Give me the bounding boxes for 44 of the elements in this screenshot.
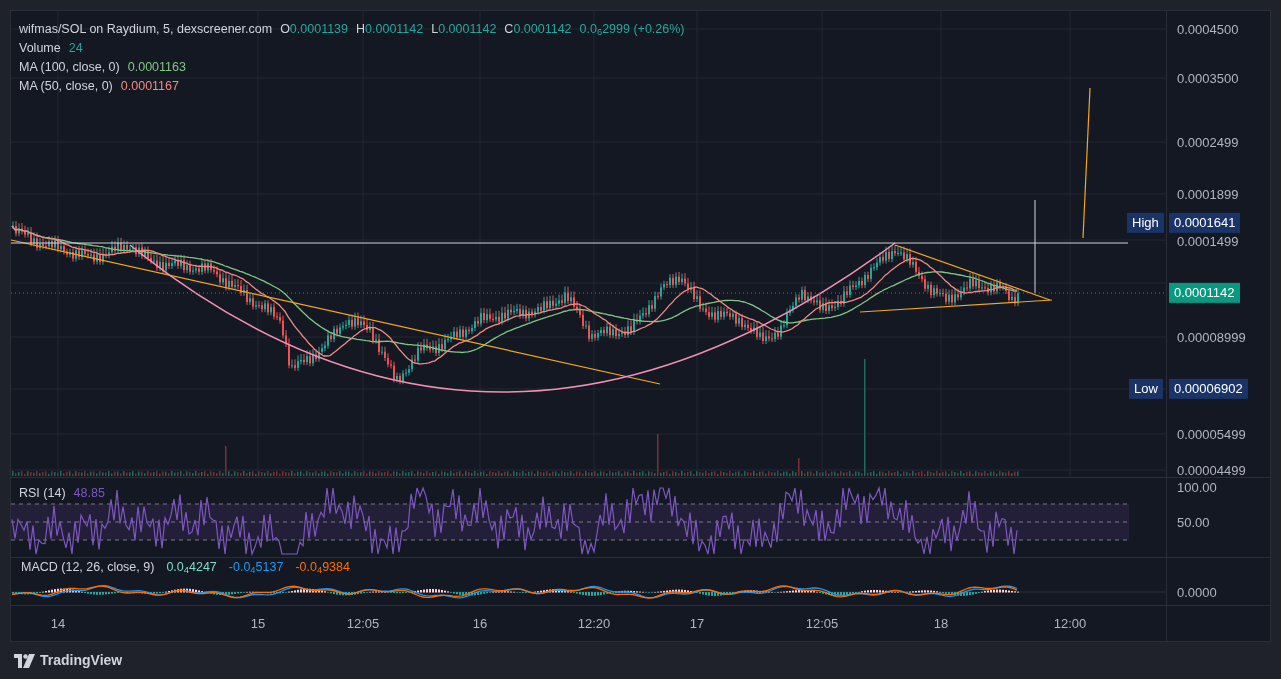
low-label: Low: [1129, 378, 1163, 400]
high-value: 0.0001641: [1169, 212, 1241, 234]
indicator-label: RSI (14): [19, 485, 66, 502]
axis-label: 0.00005499: [1177, 427, 1246, 441]
price-change: 0.0$_{6}$2999 (+0.26%): [579, 21, 685, 39]
axis-label: 100.00: [1177, 480, 1217, 494]
axis-label: 0.0001899: [1177, 187, 1239, 201]
indicator-label: MACD (12, 26, close, 9): [19, 559, 157, 575]
axis-label: 50.00: [1177, 515, 1210, 529]
low-value: 0.00006902: [1169, 378, 1248, 400]
indicator-value: 0.0$_{4}$4247: [164, 559, 219, 575]
axis-label: 12:05: [346, 615, 380, 633]
axis-label: 0.0004500: [1177, 22, 1239, 36]
axis-label: 17: [689, 615, 705, 633]
indicator-value: -0.0$_{4}$5137: [226, 559, 286, 575]
indicator-value: 48.85: [73, 485, 105, 502]
axis-label: 0.00004499: [1177, 463, 1246, 477]
indicator-label: MA (100, close, 0): [19, 59, 120, 76]
last-price-value: 0.0001142: [1169, 282, 1240, 304]
ohlc-value: L0.0001142: [431, 21, 497, 38]
brand-name: TradingView: [40, 651, 123, 670]
axis-label: 14: [50, 615, 66, 633]
axis-label: 0.0002499: [1177, 135, 1239, 149]
chart-title: wifmas/SOL on Raydium, 5, dexscreener.com: [19, 21, 273, 38]
axis-label: 12:20: [577, 615, 611, 633]
axis-label: 0.0001499: [1177, 234, 1239, 248]
volume-value: 24: [68, 40, 83, 57]
indicator-value: 0.0001163: [127, 59, 186, 76]
axis-label: 16: [472, 615, 488, 633]
ohlc-value: O0.0001139: [280, 21, 349, 38]
ohlc-value: H0.0001142: [356, 21, 424, 38]
high-label: High: [1127, 212, 1164, 234]
volume-label: Volume: [19, 40, 61, 57]
axis-label: 15: [250, 615, 266, 633]
axis-label: 0.0000: [1177, 585, 1217, 599]
axis-label: 18: [933, 615, 949, 633]
axis-label: 12:00: [1053, 615, 1087, 633]
indicator-value: -0.0$_{4}$9384: [293, 559, 352, 575]
ohlc-value: C0.0001142: [504, 21, 572, 38]
axis-label: 12:05: [805, 615, 839, 633]
indicator-label: MA (50, close, 0): [19, 78, 113, 95]
axis-label: 0.0003500: [1177, 71, 1239, 85]
indicator-value: 0.0001167: [120, 78, 179, 95]
axis-label: 0.00008999: [1177, 330, 1246, 344]
